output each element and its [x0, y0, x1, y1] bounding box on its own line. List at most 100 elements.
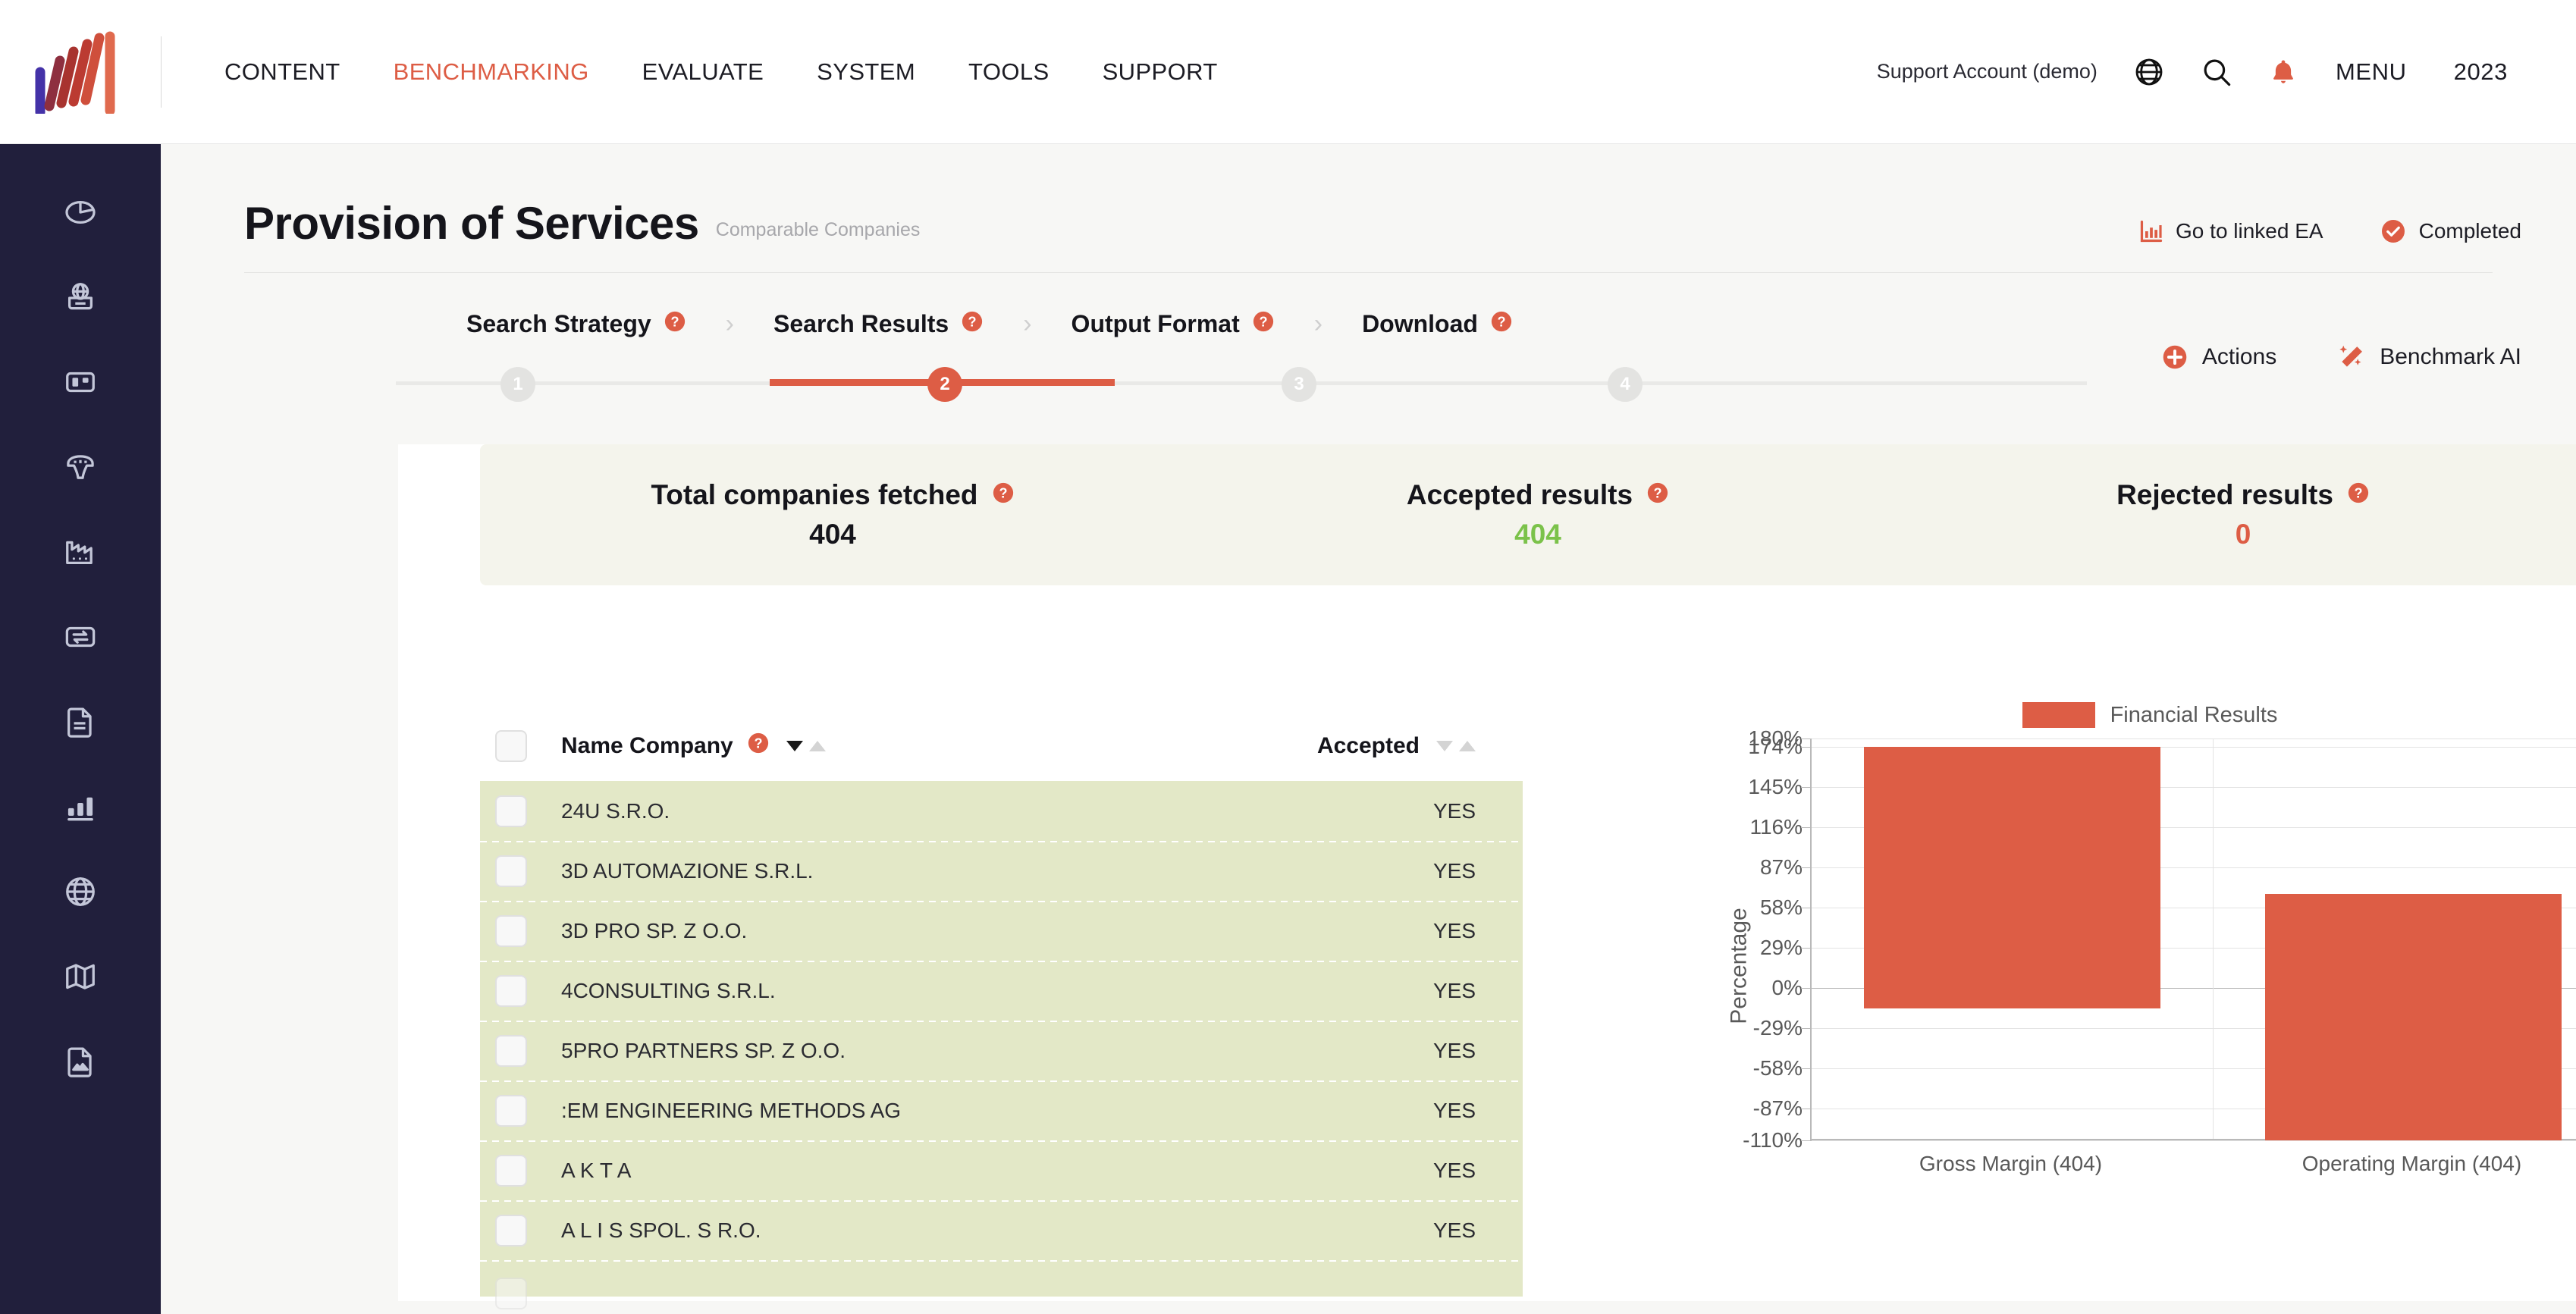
menu-button[interactable]: MENU — [2336, 58, 2407, 86]
row-checkbox[interactable] — [495, 1154, 527, 1187]
sidebar-item-board[interactable] — [53, 358, 108, 406]
row-checkbox[interactable] — [495, 795, 527, 827]
image-file-icon — [67, 1047, 92, 1077]
table-row[interactable]: 24U S.R.O. YES — [480, 781, 1523, 841]
globe-icon[interactable] — [2134, 57, 2164, 87]
chart-y-tick-label: -110% — [1743, 1128, 1803, 1152]
chart-y-tick-label: -87% — [1752, 1096, 1803, 1120]
table-row[interactable]: A L I S SPOL. S R.O. YES — [480, 1200, 1523, 1260]
benchmark-ai-button[interactable]: Benchmark AI — [2337, 343, 2521, 372]
go-to-linked-ea-button[interactable]: Go to linked EA — [2139, 219, 2323, 243]
table-row[interactable]: 3D PRO SP. Z O.O. YES — [480, 901, 1523, 961]
sidebar-item-documents[interactable] — [53, 698, 108, 746]
step-search-strategy[interactable]: Search Strategy ? — [466, 310, 686, 339]
help-icon[interactable]: ? — [961, 310, 984, 339]
stats-panel: Total companies fetched ? 404 Accepted r… — [480, 444, 2576, 585]
sort-ascending-icon[interactable] — [808, 741, 826, 751]
help-icon[interactable]: ? — [2347, 479, 2370, 511]
table-row[interactable] — [480, 1260, 1523, 1309]
benchmark-ai-label: Benchmark AI — [2380, 344, 2521, 369]
help-icon[interactable]: ? — [747, 732, 770, 760]
chart-bar[interactable] — [1863, 746, 2161, 1009]
table-body: 24U S.R.O. YES 3D AUTOMAZIONE S.R.L. YES… — [480, 781, 1523, 1309]
column-header-label: Accepted — [1316, 733, 1420, 758]
status-badge[interactable]: Completed — [2380, 218, 2521, 245]
help-icon[interactable]: ? — [664, 310, 686, 339]
nav-item-tools[interactable]: TOOLS — [942, 58, 1076, 86]
bell-icon[interactable] — [2269, 58, 2298, 86]
sidebar-item-regions[interactable] — [53, 867, 108, 916]
sidebar-item-bridge[interactable] — [53, 443, 108, 491]
sidebar-item-dashboard[interactable] — [53, 188, 108, 237]
nav-item-content[interactable]: CONTENT — [198, 58, 367, 86]
table-row[interactable]: 3D AUTOMAZIONE S.R.L. YES — [480, 841, 1523, 901]
sort-descending-icon[interactable] — [786, 741, 803, 751]
sidebar-item-analytics[interactable] — [53, 782, 108, 831]
select-all-checkbox[interactable] — [495, 730, 527, 762]
stat-label-text: Total companies fetched — [651, 479, 978, 510]
step-dot-4[interactable]: 4 — [1608, 367, 1643, 402]
chart-y-tick-label: 87% — [1759, 855, 1803, 879]
row-checkbox[interactable] — [495, 1034, 527, 1067]
sort-controls-accepted — [1436, 741, 1476, 751]
help-icon[interactable]: ? — [1646, 479, 1669, 511]
row-checkbox[interactable] — [495, 1094, 527, 1127]
step-dot-3[interactable]: 3 — [1282, 367, 1316, 402]
search-icon[interactable] — [2201, 56, 2232, 88]
sidebar-item-industry[interactable] — [53, 528, 108, 576]
chart-y-tick-label: 0% — [1771, 975, 1803, 999]
stat-value: 404 — [809, 519, 856, 550]
row-checkbox[interactable] — [495, 1278, 527, 1309]
table-row[interactable]: 5PRO PARTNERS SP. Z O.O. YES — [480, 1021, 1523, 1080]
sort-ascending-icon[interactable] — [1459, 741, 1476, 751]
chart-bar[interactable] — [2264, 893, 2562, 1140]
column-header-name[interactable]: Name Company ? — [561, 732, 826, 760]
results-table: Name Company ? Accepted 24U S.R.O. YES 3… — [480, 711, 1523, 1309]
actions-button[interactable]: Actions — [2161, 343, 2276, 371]
row-checkbox[interactable] — [495, 974, 527, 1007]
chart-y-ticks: 180% 174% 145% 116% 87% 58% 29% 0% -29% -58% -87% -… — [1702, 726, 1803, 1193]
step-download[interactable]: Download ? — [1362, 310, 1513, 339]
step-dot-1[interactable]: 1 — [500, 367, 535, 402]
chart-y-tick-label: 116% — [1749, 814, 1803, 839]
document-icon — [67, 707, 92, 738]
chart-bars-icon — [2139, 219, 2163, 243]
stat-label: Accepted results ? — [1407, 479, 1669, 511]
sort-descending-icon[interactable] — [1436, 741, 1453, 751]
svg-text:?: ? — [968, 314, 977, 329]
row-checkbox[interactable] — [495, 855, 527, 887]
sidebar-item-global-data[interactable] — [53, 273, 108, 321]
step-label: Output Format — [1071, 310, 1240, 337]
nav-item-evaluate[interactable]: EVALUATE — [616, 58, 791, 86]
chart-tick-mark — [1801, 947, 1812, 949]
nav-item-system[interactable]: SYSTEM — [790, 58, 942, 86]
step-dot-2[interactable]: 2 — [927, 367, 962, 402]
app-logo[interactable] — [0, 30, 161, 114]
table-row[interactable]: 4CONSULTING S.R.L. YES — [480, 961, 1523, 1021]
step-separator: › — [1313, 309, 1323, 338]
step-separator: › — [1023, 309, 1032, 338]
help-icon[interactable]: ? — [992, 479, 1015, 511]
account-label[interactable]: Support Account (demo) — [1877, 60, 2098, 83]
help-icon[interactable]: ? — [1252, 310, 1275, 339]
step-output-format[interactable]: Output Format ? — [1072, 310, 1275, 339]
column-header-accepted[interactable]: Accepted — [1317, 733, 1523, 759]
sidebar-item-map[interactable] — [53, 952, 108, 1001]
chart-tick-mark — [1801, 1027, 1812, 1029]
main-navigation: CONTENT BENCHMARKING EVALUATE SYSTEM TOO… — [198, 58, 1244, 86]
step-search-results[interactable]: Search Results ? — [773, 310, 984, 339]
row-checkbox[interactable] — [495, 1214, 527, 1247]
sidebar-item-transactions[interactable] — [53, 613, 108, 661]
nav-item-benchmarking[interactable]: BENCHMARKING — [367, 58, 616, 86]
company-name: 3D PRO SP. Z O.O. — [561, 918, 748, 942]
sidebar-item-reports[interactable] — [53, 1037, 108, 1086]
wizard-step-labels: Search Strategy ? › Search Results ? › O… — [161, 273, 2576, 339]
left-sidebar — [0, 144, 161, 1314]
table-row[interactable]: :EM ENGINEERING METHODS AG YES — [480, 1080, 1523, 1140]
row-checkbox[interactable] — [495, 914, 527, 947]
nav-item-support[interactable]: SUPPORT — [1076, 58, 1244, 86]
year-selector[interactable]: 2023 — [2454, 58, 2508, 86]
help-icon[interactable]: ? — [1490, 310, 1513, 339]
table-row[interactable]: A K T A YES — [480, 1140, 1523, 1200]
toolbar-actions: Actions Benchmark AI — [2101, 343, 2521, 372]
